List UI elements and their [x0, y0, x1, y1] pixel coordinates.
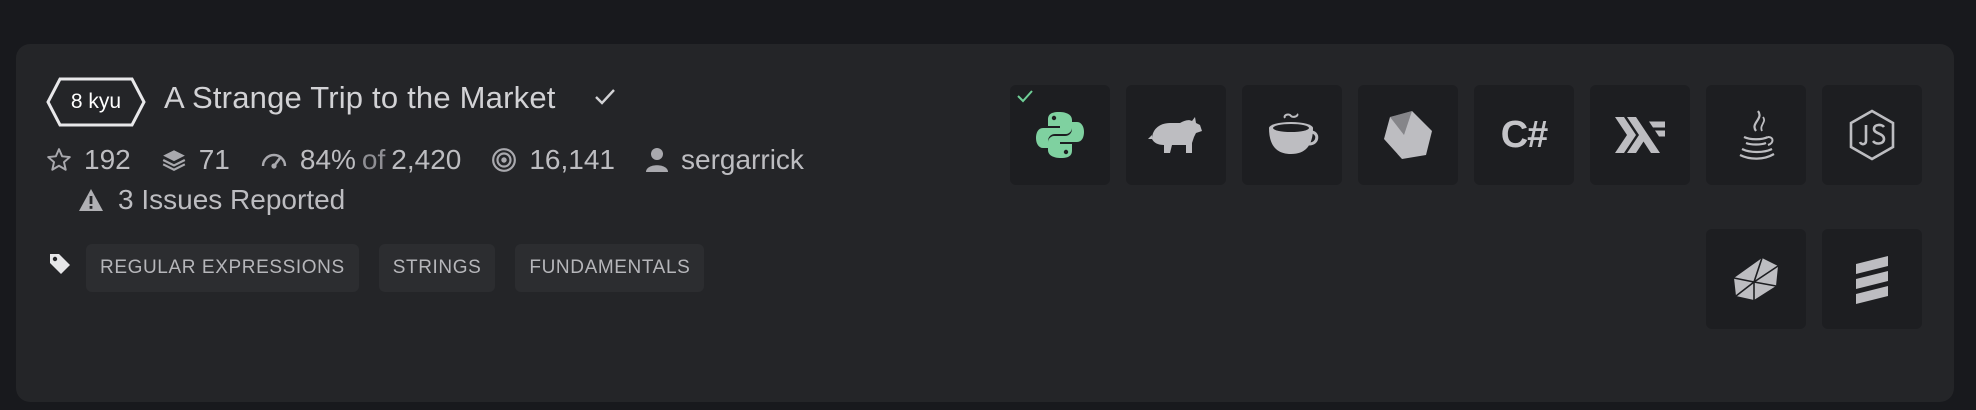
warning-icon — [79, 189, 103, 211]
author-stat[interactable]: sergarrick — [645, 144, 804, 176]
star-icon — [47, 148, 71, 171]
tag-list: REGULAR EXPRESSIONS STRINGS FUNDAMENTALS — [86, 244, 724, 292]
completed-check-icon — [595, 89, 615, 105]
trained-check-icon — [1017, 90, 1033, 103]
author-name[interactable]: sergarrick — [681, 144, 804, 176]
kata-title[interactable]: A Strange Trip to the Market — [164, 80, 556, 116]
scala-icon — [1856, 256, 1888, 304]
javascript-icon — [1849, 109, 1895, 161]
completions-count: 16,141 — [529, 144, 615, 175]
language-java[interactable] — [1706, 85, 1806, 185]
language-coffeescript[interactable] — [1242, 85, 1342, 185]
issues-link[interactable]: 3 Issues Reported — [78, 184, 345, 216]
language-scala[interactable] — [1822, 229, 1922, 329]
votes-count: 2,420 — [391, 144, 462, 175]
stars-count: 192 — [84, 144, 131, 175]
layers-icon — [162, 150, 186, 171]
completions-stat: 16,141 — [491, 144, 615, 176]
satisfaction-percent: 84% — [299, 144, 356, 175]
tag-strings[interactable]: STRINGS — [378, 244, 496, 292]
kata-card: 8 kyu A Strange Trip to the Market 192 7… — [16, 44, 1954, 402]
language-ruby[interactable] — [1706, 229, 1806, 329]
collections-stat[interactable]: 71 — [161, 144, 230, 176]
haskell-icon — [1615, 117, 1665, 153]
target-icon — [492, 148, 517, 172]
crystal-icon — [1384, 111, 1432, 159]
rank-badge: 8 kyu — [46, 77, 146, 127]
tag-icon — [50, 254, 70, 274]
stats-row: 192 71 84% of 2,420 16,141 sergarrick — [46, 142, 834, 178]
of-word: of — [361, 144, 386, 175]
stars-stat[interactable]: 192 — [46, 144, 131, 176]
ruby-icon — [1733, 257, 1779, 300]
coffeescript-icon — [1269, 113, 1319, 154]
language-javascript[interactable] — [1822, 85, 1922, 185]
python-icon — [1036, 112, 1084, 158]
user-icon — [646, 148, 668, 172]
collections-count: 71 — [198, 144, 230, 175]
tag-regular-expressions[interactable]: REGULAR EXPRESSIONS — [86, 244, 359, 292]
language-haskell[interactable] — [1590, 85, 1690, 185]
rank-label: 8 kyu — [70, 90, 122, 113]
tag-fundamentals[interactable]: FUNDAMENTALS — [515, 244, 705, 292]
language-python[interactable] — [1010, 85, 1110, 185]
java-icon — [1739, 110, 1775, 160]
csharp-icon: C# — [1500, 113, 1549, 156]
rhino-icon — [1148, 117, 1202, 153]
language-csharp[interactable]: C# — [1474, 85, 1574, 185]
language-crystal[interactable] — [1358, 85, 1458, 185]
issues-label: 3 Issues Reported — [118, 184, 346, 215]
language-rhino[interactable] — [1126, 85, 1226, 185]
satisfaction-stat: 84% of 2,420 — [260, 144, 461, 176]
gauge-icon — [261, 153, 287, 169]
